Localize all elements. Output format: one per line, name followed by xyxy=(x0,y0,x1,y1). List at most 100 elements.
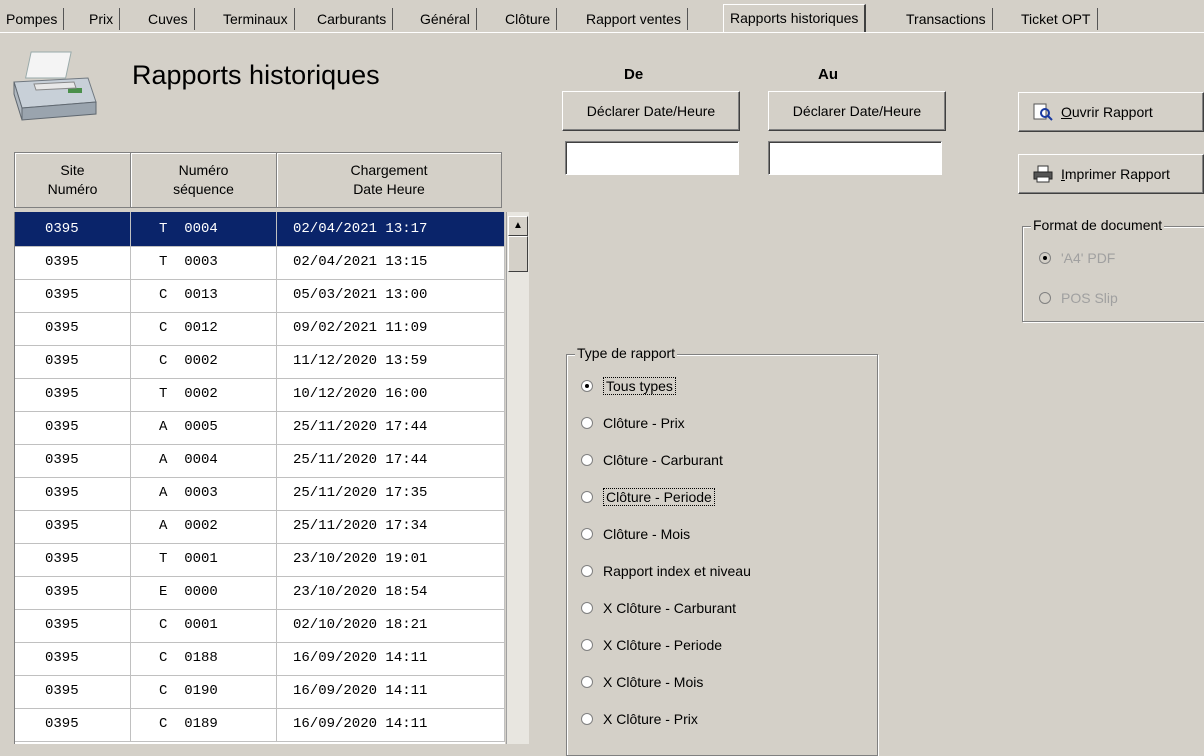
print-report-icon xyxy=(1033,165,1053,183)
scroll-thumb[interactable] xyxy=(508,236,528,272)
cell-sequence: T 0004 xyxy=(131,212,277,246)
table-row[interactable]: 0395 A 0002 25/11/2020 17:34 xyxy=(15,509,505,544)
radio-icon xyxy=(581,565,593,577)
cell-site: 0395 xyxy=(15,245,131,279)
table-row[interactable]: 0395 T 0002 10/12/2020 16:00 xyxy=(15,377,505,412)
cell-site: 0395 xyxy=(15,443,131,477)
report-type-x-cloture-prix[interactable]: X Clôture - Prix xyxy=(581,708,698,730)
table-row[interactable]: 0395 C 0012 09/02/2021 11:09 xyxy=(15,311,505,346)
cell-site: 0395 xyxy=(15,707,131,741)
cell-site: 0395 xyxy=(15,311,131,345)
table-row[interactable]: 0395 T 0004 02/04/2021 13:17 xyxy=(15,212,505,247)
table-row[interactable]: 0395 C 0001 02/10/2020 18:21 xyxy=(15,608,505,643)
open-report-icon xyxy=(1033,103,1053,121)
tab-carburants[interactable]: Carburants xyxy=(311,8,394,30)
date-to-button[interactable]: Déclarer Date/Heure xyxy=(768,91,946,131)
report-type-x-cloture-mois[interactable]: X Clôture - Mois xyxy=(581,671,703,693)
tab-cuves[interactable]: Cuves xyxy=(142,8,195,30)
date-from-button[interactable]: Déclarer Date/Heure xyxy=(562,91,740,131)
report-type-cloture-mois[interactable]: Clôture - Mois xyxy=(581,523,690,545)
cell-sequence: C 0002 xyxy=(131,344,277,378)
table-row[interactable]: 0395 E 0000 23/10/2020 18:54 xyxy=(15,575,505,610)
radio-icon xyxy=(581,528,593,540)
cell-sequence: C 0190 xyxy=(131,674,277,708)
tab-cloture[interactable]: Clôture xyxy=(499,8,558,30)
cell-site: 0395 xyxy=(15,641,131,675)
cell-site: 0395 xyxy=(15,542,131,576)
table-row[interactable]: 0395 A 0004 25/11/2020 17:44 xyxy=(15,443,505,478)
page-title: Rapports historiques xyxy=(132,60,380,90)
table-scrollbar[interactable]: ▲ xyxy=(506,212,529,744)
date-from-field[interactable] xyxy=(565,141,739,175)
cell-date: 05/03/2021 13:00 xyxy=(277,278,505,312)
tab-pompes[interactable]: Pompes xyxy=(0,8,65,30)
report-type-x-cloture-periode[interactable]: X Clôture - Periode xyxy=(581,634,722,656)
cell-date: 11/12/2020 13:59 xyxy=(277,344,505,378)
cell-site: 0395 xyxy=(15,212,131,246)
report-type-title: Type de rapport xyxy=(575,345,678,361)
print-report-button[interactable]: Imprimer Rapport xyxy=(1018,154,1204,194)
cell-date: 25/11/2020 17:44 xyxy=(277,443,505,477)
scroll-up-icon[interactable]: ▲ xyxy=(508,216,528,236)
cell-site: 0395 xyxy=(15,278,131,312)
table-row[interactable]: 0395 A 0005 25/11/2020 17:44 xyxy=(15,410,505,445)
report-type-x-cloture-carburant[interactable]: X Clôture - Carburant xyxy=(581,597,736,619)
cell-site: 0395 xyxy=(15,377,131,411)
radio-icon xyxy=(581,380,593,392)
tab-rapports-historiques[interactable]: Rapports historiques xyxy=(723,4,867,33)
table-row[interactable]: 0395 C 0190 16/09/2020 14:11 xyxy=(15,674,505,709)
col-header-date[interactable]: Chargement Date Heure xyxy=(276,152,502,208)
cell-sequence: C 0012 xyxy=(131,311,277,345)
radio-icon xyxy=(581,454,593,466)
report-type-cloture-periode[interactable]: Clôture - Periode xyxy=(581,486,715,508)
cell-site: 0395 xyxy=(15,476,131,510)
report-type-all[interactable]: Tous types xyxy=(581,375,676,397)
radio-icon xyxy=(1039,292,1051,304)
cell-sequence: T 0001 xyxy=(131,542,277,576)
printer-icon xyxy=(13,51,97,121)
tab-prix[interactable]: Prix xyxy=(83,8,121,30)
cell-site: 0395 xyxy=(15,410,131,444)
cell-sequence: T 0003 xyxy=(131,245,277,279)
cell-sequence: C 0001 xyxy=(131,608,277,642)
table-row[interactable]: 0395 T 0003 02/04/2021 13:15 xyxy=(15,245,505,280)
col-header-site[interactable]: Site Numéro xyxy=(14,152,131,208)
report-type-cloture-prix[interactable]: Clôture - Prix xyxy=(581,412,685,434)
table-row[interactable]: 0395 C 0013 05/03/2021 13:00 xyxy=(15,278,505,313)
tab-ticket-opt[interactable]: Ticket OPT xyxy=(1015,8,1098,30)
report-type-index-niveau[interactable]: Rapport index et niveau xyxy=(581,560,751,582)
table-row[interactable]: 0395 T 0001 23/10/2020 19:01 xyxy=(15,542,505,577)
tab-general[interactable]: Général xyxy=(414,8,477,30)
radio-icon xyxy=(581,713,593,725)
print-report-label: Imprimer Rapport xyxy=(1061,166,1170,182)
table-row[interactable]: 0395 C 0188 16/09/2020 14:11 xyxy=(15,641,505,676)
doc-format-title: Format de document xyxy=(1031,217,1165,233)
radio-icon xyxy=(1039,252,1051,264)
report-type-cloture-carburant[interactable]: Clôture - Carburant xyxy=(581,449,723,471)
cell-sequence: C 0188 xyxy=(131,641,277,675)
cell-site: 0395 xyxy=(15,608,131,642)
col-header-sequence[interactable]: Numéro séquence xyxy=(130,152,277,208)
cell-date: 16/09/2020 14:11 xyxy=(277,707,505,741)
open-report-button[interactable]: Ouvrir Rapport xyxy=(1018,92,1204,132)
open-report-label: Ouvrir Rapport xyxy=(1061,104,1153,120)
cell-date: 09/02/2021 11:09 xyxy=(277,311,505,345)
cell-sequence: A 0003 xyxy=(131,476,277,510)
radio-icon xyxy=(581,639,593,651)
cell-date: 25/11/2020 17:35 xyxy=(277,476,505,510)
format-a4-pdf[interactable]: 'A4' PDF xyxy=(1039,247,1115,269)
cell-date: 25/11/2020 17:34 xyxy=(277,509,505,543)
cell-date: 23/10/2020 19:01 xyxy=(277,542,505,576)
cell-sequence: A 0004 xyxy=(131,443,277,477)
table-row[interactable]: 0395 C 0189 16/09/2020 14:11 xyxy=(15,707,505,742)
tab-transactions[interactable]: Transactions xyxy=(900,8,993,30)
format-pos-slip[interactable]: POS Slip xyxy=(1039,287,1118,309)
date-to-field[interactable] xyxy=(768,141,942,175)
table-row[interactable]: 0395 A 0003 25/11/2020 17:35 xyxy=(15,476,505,511)
tab-rapport-ventes[interactable]: Rapport ventes xyxy=(580,8,688,30)
cell-site: 0395 xyxy=(15,674,131,708)
table-row[interactable]: 0395 C 0002 11/12/2020 13:59 xyxy=(15,344,505,379)
cell-date: 02/10/2020 18:21 xyxy=(277,608,505,642)
history-table: 0395 T 0004 02/04/2021 13:17 0395 T 0003 02/0… xyxy=(14,212,505,744)
tab-terminaux[interactable]: Terminaux xyxy=(217,8,295,30)
